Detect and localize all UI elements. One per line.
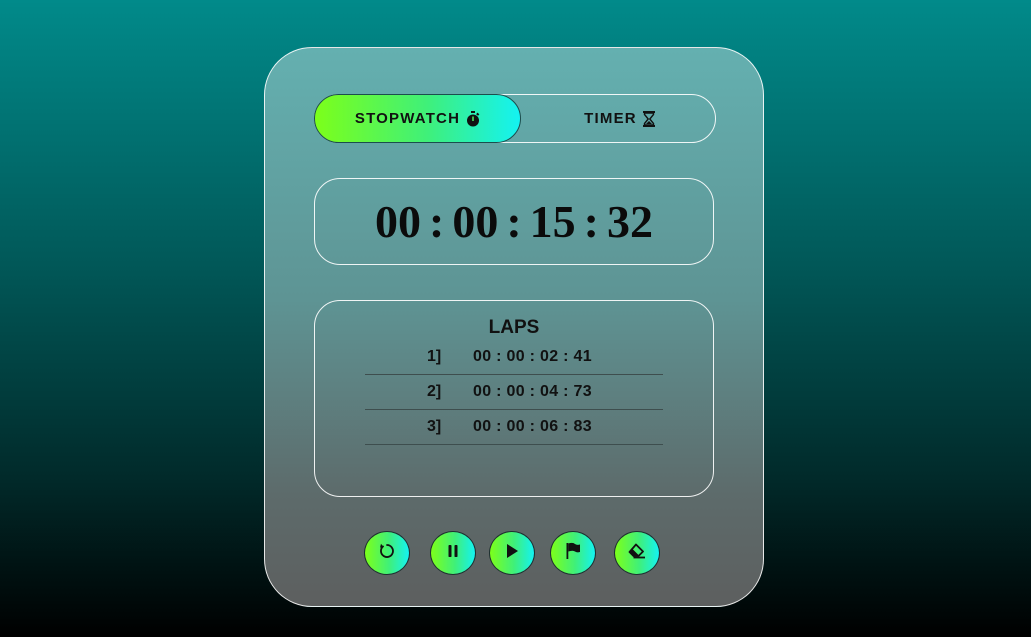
stopwatch-tab[interactable]: STOPWATCH xyxy=(314,94,521,143)
display-minutes: 00 xyxy=(452,196,499,247)
lap-button[interactable] xyxy=(550,531,596,575)
hourglass-icon xyxy=(642,110,655,127)
lap-index: 3] xyxy=(427,418,442,435)
timer-tab[interactable]: TIMER xyxy=(522,94,717,143)
lap-index: 1] xyxy=(427,348,442,365)
clear-button[interactable] xyxy=(614,531,660,575)
stopwatch-tab-label: STOPWATCH xyxy=(354,110,461,127)
lap-row: 1] 00 : 00 : 02 : 41 xyxy=(365,340,663,375)
display-separator: : xyxy=(506,196,522,247)
display-seconds: 15 xyxy=(529,196,576,247)
time-display: 00 : 00 : 15 : 32 xyxy=(314,178,714,265)
display-centiseconds: 32 xyxy=(606,196,653,247)
laps-panel: LAPS 1] 00 : 00 : 02 : 41 2] 00 : 00 : 0… xyxy=(314,300,714,497)
pause-icon xyxy=(446,544,460,563)
controls-bar xyxy=(265,531,763,577)
eraser-icon xyxy=(627,543,647,564)
mode-toggle: STOPWATCH TIMER xyxy=(314,94,716,143)
lap-index: 2] xyxy=(427,383,442,400)
flag-icon xyxy=(565,542,581,565)
display-separator: : xyxy=(429,196,445,247)
lap-time: 00 : 00 : 04 : 73 xyxy=(473,383,592,400)
stopwatch-card: STOPWATCH TIMER 00: 00: 15: 32 LAPS 1… xyxy=(264,47,764,607)
lap-row: 3] 00 : 00 : 06 : 83 xyxy=(365,410,663,445)
play-button[interactable] xyxy=(489,531,535,575)
reset-button[interactable] xyxy=(364,531,410,575)
stopwatch-icon xyxy=(466,110,480,127)
reset-icon xyxy=(378,542,396,565)
display-hours: 00 xyxy=(375,196,421,247)
lap-time: 00 : 00 : 02 : 41 xyxy=(473,348,592,365)
pause-button[interactable] xyxy=(430,531,476,575)
display-separator: : xyxy=(583,196,599,247)
timer-tab-label: TIMER xyxy=(584,110,637,127)
laps-title: LAPS xyxy=(488,317,540,338)
lap-row: 2] 00 : 00 : 04 : 73 xyxy=(365,375,663,410)
lap-time: 00 : 00 : 06 : 83 xyxy=(473,418,592,435)
play-icon xyxy=(505,543,519,564)
